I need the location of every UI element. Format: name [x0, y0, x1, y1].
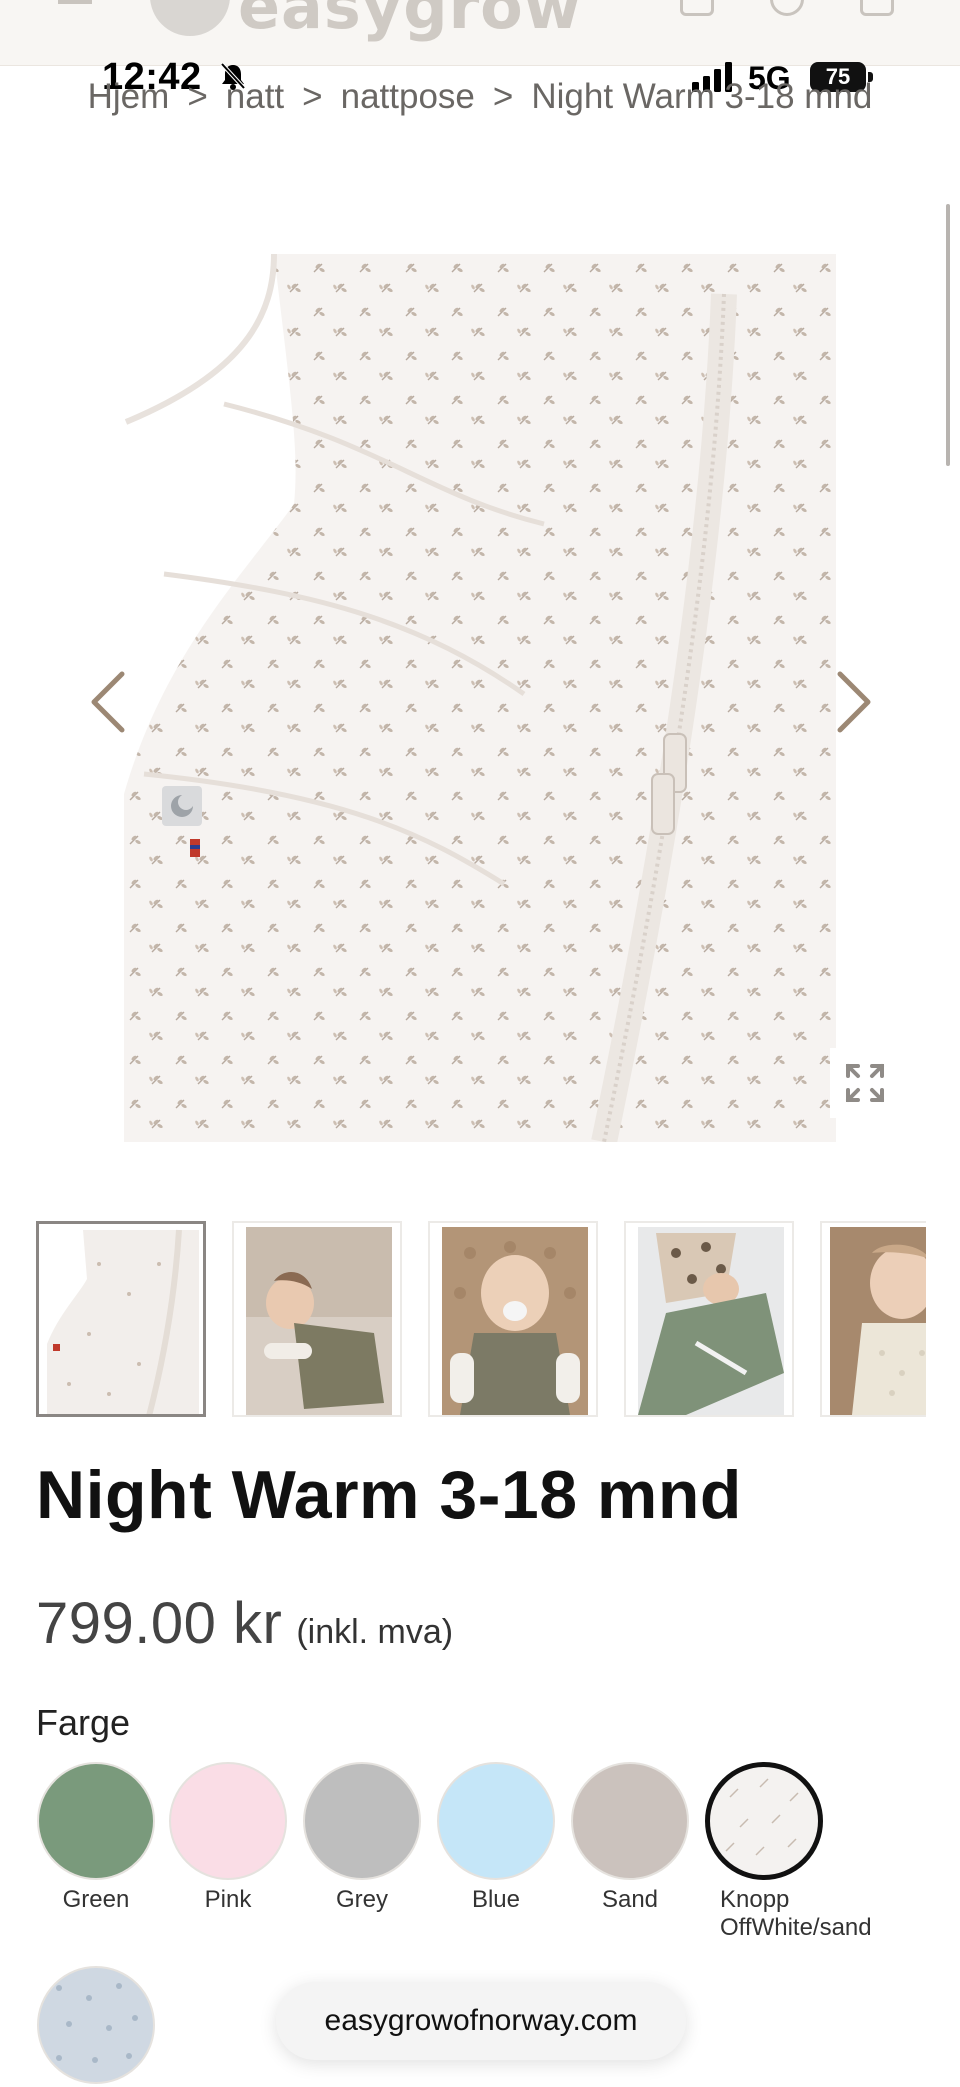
- vat-note: (inkl. mva): [296, 1613, 454, 1651]
- thumbnail-4[interactable]: [624, 1221, 794, 1417]
- thumbnail-baby-sleeping-image: [246, 1227, 392, 1415]
- color-label: Farge: [36, 1702, 131, 1743]
- expand-icon: [846, 1064, 884, 1102]
- breadcrumb: Hjem > natt > nattpose > Night Warm 3-18 mnd: [40, 68, 920, 126]
- thumbnail-2[interactable]: [232, 1221, 402, 1417]
- swatch-circle: [571, 1762, 689, 1880]
- main-product-image[interactable]: [124, 254, 836, 1142]
- color-swatch-green[interactable]: Green: [36, 1762, 156, 1914]
- swatch-pattern: [725, 1778, 799, 1856]
- menu-icon[interactable]: [58, 0, 92, 4]
- swatch-circle: [37, 1762, 155, 1880]
- gallery-prev-button[interactable]: [80, 662, 140, 742]
- breadcrumb-separator: >: [302, 77, 323, 116]
- swatch-circle: [37, 1966, 155, 2084]
- swatch-label: Sand: [601, 1886, 659, 1913]
- color-swatch-knopp-offwhite-sand[interactable]: Knopp OffWhite/sand: [704, 1762, 872, 1942]
- color-swatch-blue-pattern[interactable]: [36, 1966, 156, 2084]
- swatch-label: Pink: [204, 1886, 252, 1913]
- chevron-left-icon: [91, 671, 125, 733]
- logo-icon[interactable]: [150, 0, 230, 36]
- product-gallery: [0, 180, 960, 1160]
- swatch-label: Knopp OffWhite/sand: [720, 1886, 872, 1941]
- breadcrumb-separator: >: [187, 77, 208, 116]
- thumbnail-baby-lying-image: [638, 1227, 784, 1415]
- scrollbar[interactable]: [946, 204, 950, 466]
- price-row: 799.00 kr (inkl. mva): [36, 1590, 453, 1657]
- breadcrumb-current: Night Warm 3-18 mnd: [531, 77, 873, 116]
- breadcrumb-nattpose[interactable]: nattpose: [341, 77, 475, 116]
- swatch-pattern: [56, 1983, 138, 2063]
- thumbnail-3[interactable]: [428, 1221, 598, 1417]
- account-icon[interactable]: [680, 0, 714, 16]
- thumbnail-strip: [36, 1221, 926, 1417]
- sleeping-bag-image: [124, 254, 836, 1142]
- swatch-label: Grey: [335, 1886, 388, 1913]
- color-swatch-sand[interactable]: Sand: [570, 1762, 690, 1914]
- thumbnail-baby-sitting-image: [442, 1227, 588, 1415]
- thumbnail-1[interactable]: [36, 1221, 206, 1417]
- swatch-circle: [169, 1762, 287, 1880]
- search-icon[interactable]: [770, 0, 804, 16]
- expand-image-button[interactable]: [830, 1048, 900, 1118]
- breadcrumb-natt[interactable]: natt: [226, 77, 284, 116]
- color-swatch-grey[interactable]: Grey: [302, 1762, 422, 1914]
- chevron-right-icon: [837, 671, 871, 733]
- thumbnail-5[interactable]: [820, 1221, 926, 1417]
- swatch-circle: [303, 1762, 421, 1880]
- color-swatch-blue[interactable]: Blue: [436, 1762, 556, 1914]
- swatch-label: Blue: [471, 1886, 521, 1913]
- gallery-next-button[interactable]: [822, 662, 882, 742]
- swatch-circle: [705, 1762, 823, 1880]
- breadcrumb-separator: >: [492, 77, 514, 116]
- product-title: Night Warm 3-18 mnd: [36, 1457, 742, 1533]
- swatch-circle: [437, 1762, 555, 1880]
- thumbnail-baby-vest-image: [830, 1227, 926, 1415]
- color-swatch-pink[interactable]: Pink: [168, 1762, 288, 1914]
- product-price: 799.00 kr: [36, 1591, 283, 1656]
- cart-icon[interactable]: [860, 0, 894, 16]
- site-logo[interactable]: easygrow: [238, 0, 582, 43]
- swatch-label: Green: [62, 1886, 130, 1913]
- browser-url-bar[interactable]: easygrowofnorway.com: [276, 1982, 686, 2060]
- thumbnail-sleeping-bag-image: [39, 1224, 203, 1414]
- breadcrumb-home[interactable]: Hjem: [88, 77, 170, 116]
